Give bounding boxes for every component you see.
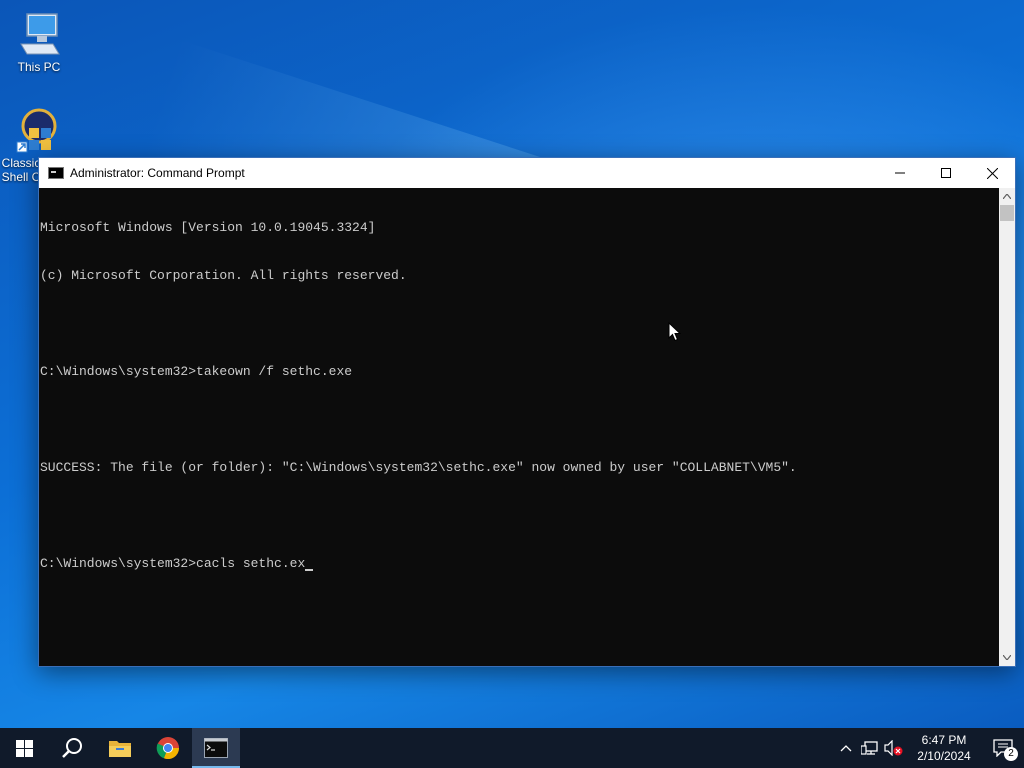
cmd-icon <box>48 167 64 179</box>
chevron-up-icon <box>840 744 852 751</box>
search-icon <box>62 738 82 758</box>
command-prompt-window[interactable]: Administrator: Command Prompt Microsoft … <box>38 157 1016 667</box>
start-button[interactable] <box>0 728 48 768</box>
clock-time: 6:47 PM <box>921 733 967 747</box>
close-button[interactable] <box>969 158 1015 188</box>
minimize-button[interactable] <box>877 158 923 188</box>
notification-count-badge: 2 <box>1004 747 1018 761</box>
taskbar-chrome[interactable] <box>144 728 192 768</box>
text-cursor <box>305 569 314 571</box>
volume-button[interactable] <box>882 728 906 768</box>
show-hidden-icons-button[interactable] <box>834 728 858 768</box>
maximize-icon <box>941 168 951 178</box>
cmd-icon <box>204 738 228 758</box>
console-line: C:\Windows\system32>takeown /f sethc.exe <box>40 364 353 379</box>
search-button[interactable] <box>48 728 96 768</box>
console-line: Microsoft Windows [Version 10.0.19045.33… <box>40 220 376 235</box>
mouse-pointer-icon <box>668 321 682 347</box>
windows-logo-icon <box>15 739 33 757</box>
taskbar: 6:47 PM 2/10/2024 2 <box>0 728 1024 768</box>
console-output[interactable]: Microsoft Windows [Version 10.0.19045.33… <box>39 188 999 666</box>
desktop-icon-label: This PC <box>17 60 61 74</box>
scroll-up-button[interactable] <box>999 188 1015 205</box>
volume-muted-icon <box>884 740 903 756</box>
desktop-icon-this-pc[interactable]: This PC <box>1 10 77 74</box>
clock[interactable]: 6:47 PM 2/10/2024 <box>906 732 982 764</box>
title-bar[interactable]: Administrator: Command Prompt <box>39 158 1015 188</box>
minimize-icon <box>895 172 905 174</box>
classic-shell-icon <box>13 106 61 154</box>
network-button[interactable] <box>858 728 882 768</box>
clock-date: 2/10/2024 <box>917 749 971 763</box>
desktop-icon-label: Classic Shell C <box>1 156 41 184</box>
folder-icon <box>109 741 131 757</box>
taskbar-command-prompt[interactable] <box>192 728 240 768</box>
computer-icon <box>15 10 63 58</box>
chrome-icon <box>156 737 180 760</box>
action-center-button[interactable]: 2 <box>982 728 1024 768</box>
scroll-down-button[interactable] <box>999 649 1015 666</box>
vertical-scrollbar[interactable] <box>999 188 1015 666</box>
chevron-down-icon <box>1003 655 1011 660</box>
taskbar-file-explorer[interactable] <box>96 728 144 768</box>
network-icon <box>861 741 878 755</box>
system-tray: 6:47 PM 2/10/2024 2 <box>834 728 1024 768</box>
maximize-button[interactable] <box>923 158 969 188</box>
console-line: (c) Microsoft Corporation. All rights re… <box>40 268 407 283</box>
window-title: Administrator: Command Prompt <box>70 166 245 180</box>
console-line: SUCCESS: The file (or folder): "C:\Windo… <box>40 460 797 475</box>
console-input-line[interactable]: C:\Windows\system32>cacls sethc.ex <box>40 556 999 572</box>
scroll-thumb[interactable] <box>1000 205 1014 221</box>
chevron-up-icon <box>1003 194 1011 199</box>
console-input-text: C:\Windows\system32>cacls sethc.ex <box>40 556 306 571</box>
close-icon <box>986 167 998 179</box>
